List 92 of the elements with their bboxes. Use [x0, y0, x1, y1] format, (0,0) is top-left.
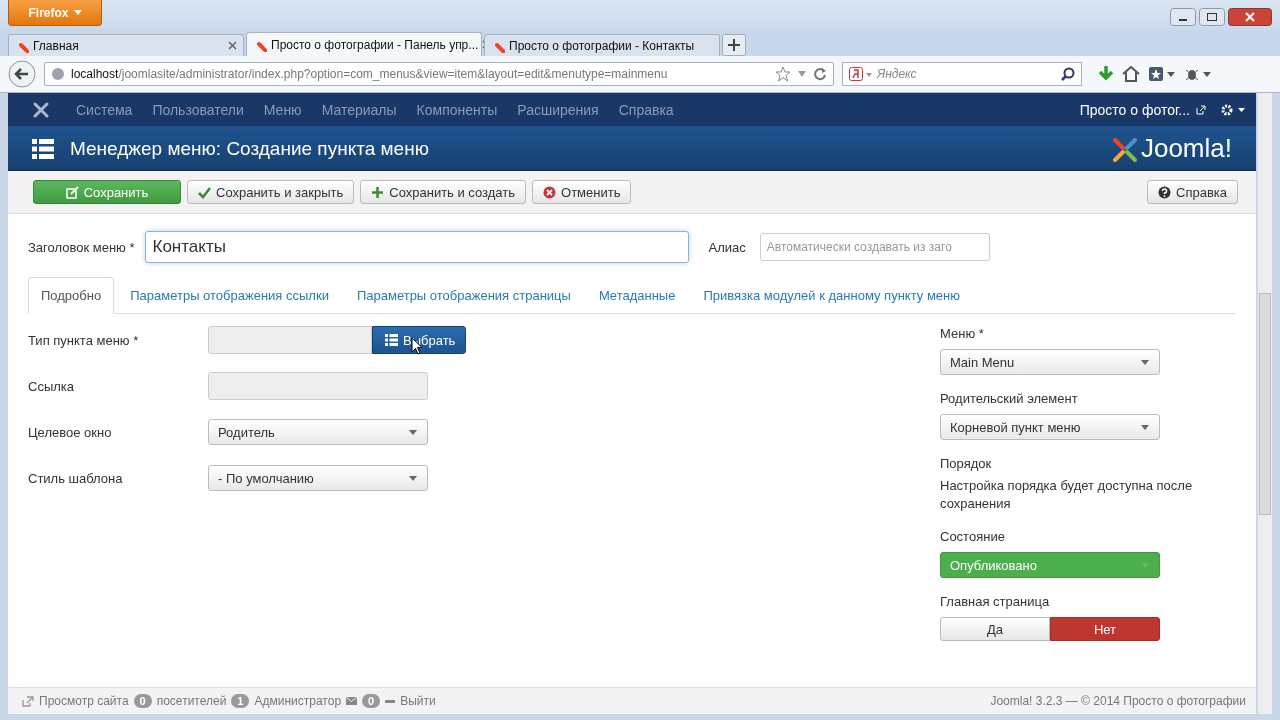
field-label: Целевое окно [28, 424, 113, 440]
help-icon [1158, 185, 1171, 199]
external-link-icon [22, 695, 34, 707]
search-icon[interactable] [1061, 67, 1075, 81]
cancel-icon [543, 185, 556, 199]
external-link-icon [1196, 104, 1206, 115]
envelope-icon [346, 697, 358, 705]
plus-icon [371, 185, 385, 199]
toolbar-button[interactable]: Сохранить [33, 180, 181, 204]
scrollbar-thumb[interactable] [1259, 293, 1271, 515]
info-text: Настройка порядка будет доступна после сохранения [940, 477, 1194, 513]
field-label: Порядок [940, 456, 993, 471]
dropdown-icon[interactable] [797, 70, 807, 78]
site-link[interactable]: Просто о фотог... [1079, 101, 1190, 118]
field-label: Состояние [940, 529, 1006, 544]
field-label: Ссылка [28, 378, 76, 394]
nav-menu-item[interactable]: Пользователи [142, 101, 254, 118]
download-icon[interactable] [1098, 65, 1114, 83]
page-title: Менеджер меню: Создание пункта меню [70, 137, 429, 160]
scrollbar[interactable] [1258, 93, 1272, 714]
nav-menu-item[interactable]: Система [66, 101, 143, 118]
status-text: Администратор [254, 694, 342, 708]
count-badge: 0 [133, 694, 152, 708]
caret-icon [409, 475, 417, 481]
status-text: посетителей [156, 694, 227, 708]
select-field[interactable]: Корневой пункт меню [940, 414, 1160, 440]
logo-text: Joomla! [1140, 133, 1232, 164]
caret-icon [1141, 359, 1149, 365]
field-label: Заголовок меню * [28, 239, 135, 255]
select-field[interactable]: Main Menu [940, 349, 1160, 375]
tab[interactable]: Привязка модулей к данному пункту меню [691, 278, 972, 313]
nav-menu-item[interactable]: Компоненты [406, 101, 508, 118]
bookmarks-icon[interactable] [1148, 66, 1176, 82]
url-text: localhost/joomlasite/administrator/index.php?option=com_menus&view=item&layout=edit&menutype=mainmenu [71, 67, 669, 81]
help-button[interactable]: Справка [1147, 180, 1238, 204]
browser-tab[interactable]: Просто о фотографии - Контакты [484, 34, 720, 56]
copyright-text: Joomla! 3.2.3 — © 2014 Просто о фотографии [990, 694, 1246, 708]
select-field[interactable]: Родитель [208, 419, 428, 445]
search-engine-icon [849, 67, 873, 81]
count-badge: 0 [362, 694, 381, 708]
reload-icon[interactable] [813, 67, 827, 81]
field-label: Родительский элемент [940, 391, 1079, 406]
field-label: Стиль шаблона [28, 470, 124, 486]
tab[interactable]: Параметры отображения страницы [344, 278, 583, 313]
toolbar-button[interactable]: Отменить [532, 180, 632, 204]
tab[interactable]: Подробно [28, 277, 115, 314]
edit-icon [65, 185, 79, 199]
tab[interactable]: Параметры отображения ссылки [118, 278, 341, 313]
nav-menu-item[interactable]: Меню [253, 101, 312, 118]
toggle-option[interactable]: Да [940, 617, 1050, 641]
tab-title: Главная [33, 38, 80, 53]
count-badge: 1 [231, 694, 250, 708]
toggle-option[interactable]: Нет [1050, 617, 1160, 641]
caret-icon [409, 429, 417, 435]
link-field[interactable] [208, 372, 428, 400]
field-label: Алиас [708, 239, 746, 255]
caret-icon [1141, 424, 1149, 430]
tab-title: Просто о фотографии - Панель упр... [271, 37, 479, 52]
maximize-icon[interactable] [1199, 8, 1225, 26]
caret-icon [73, 10, 82, 15]
close-icon[interactable] [1228, 8, 1272, 26]
tab[interactable]: Метаданные [586, 278, 688, 313]
title-input[interactable]: Контакты [144, 231, 689, 263]
list-icon [32, 138, 54, 159]
tab-title: Просто о фотографии - Контакты [509, 38, 696, 53]
toolbar-button[interactable]: Сохранить и закрыть [187, 180, 355, 204]
close-icon[interactable] [228, 41, 237, 50]
address-field[interactable]: localhost/joomlasite/administrator/index.php?option=com_menus&view=item&layout=edit&menutype=mainmenu [44, 62, 834, 86]
new-tab-icon[interactable] [722, 34, 746, 56]
star-icon[interactable] [775, 66, 791, 82]
nav-menu-item[interactable]: Материалы [311, 101, 407, 118]
field-label: Меню * [940, 326, 985, 341]
minimize-icon[interactable] [1170, 8, 1196, 26]
settings-icon[interactable] [1220, 102, 1246, 117]
back-icon[interactable] [8, 60, 36, 88]
alias-input[interactable]: Автоматически создавать из заго [759, 233, 990, 261]
nav-menu-item[interactable]: Расширения [507, 101, 609, 118]
browser-tab[interactable]: Главная [8, 34, 244, 56]
toolbar-button[interactable]: Сохранить и создать [360, 180, 526, 204]
list-icon [385, 334, 398, 346]
check-icon [198, 185, 211, 199]
search-field[interactable]: Яндекс [842, 62, 1082, 86]
nav-menu-item[interactable]: Справка [608, 101, 684, 118]
field-label: Тип пункта меню * [28, 332, 140, 348]
view-site-link[interactable]: Просмотр сайта [39, 694, 129, 708]
browser-tab[interactable]: Просто о фотографии - Панель упр... [246, 32, 482, 56]
home-icon[interactable] [1122, 66, 1140, 82]
field-label: Главная страница [940, 594, 1051, 609]
menu-type-field[interactable] [208, 326, 372, 354]
minus-icon [385, 699, 396, 703]
logout-link[interactable]: Выйти [400, 694, 436, 708]
select-field[interactable]: - По умолчанию [208, 465, 428, 491]
